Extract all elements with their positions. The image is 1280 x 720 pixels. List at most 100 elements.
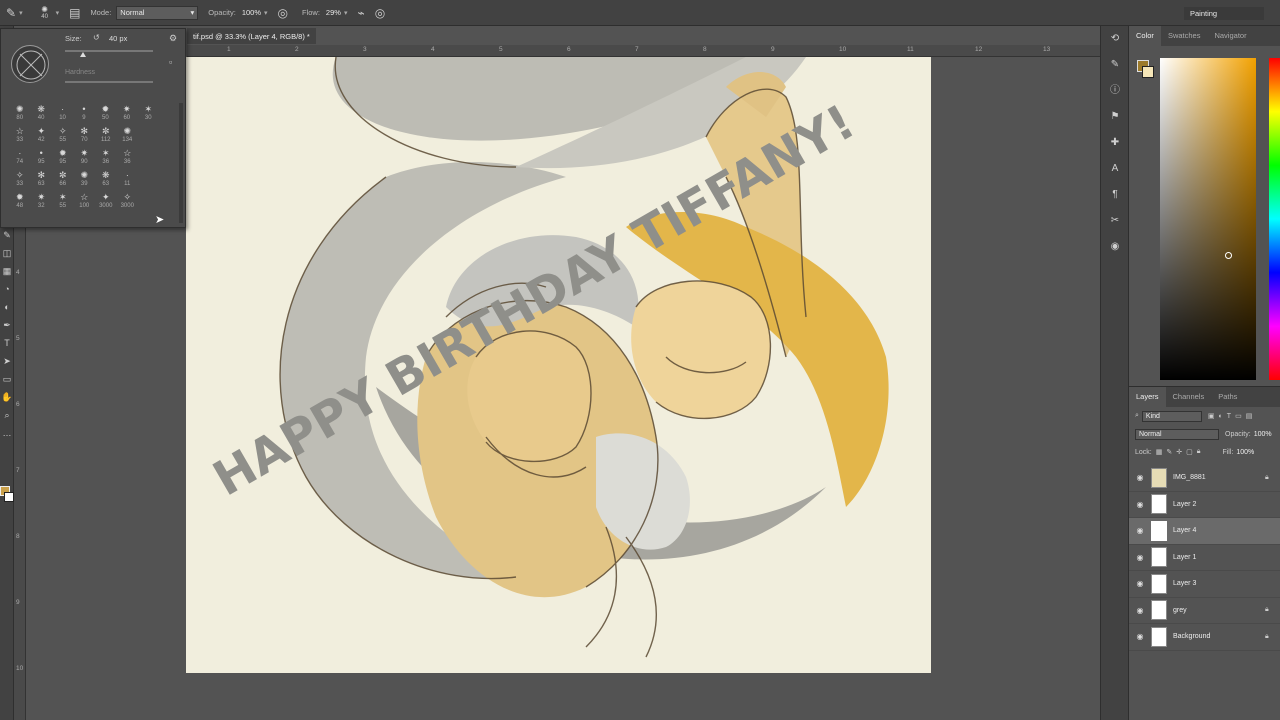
brush-preset-item[interactable]: ☆ 36 [117,147,139,169]
brush-preset-item[interactable]: ✹ 50 [95,103,116,125]
dodge-tool-icon[interactable]: ◐ [0,298,14,316]
lock-artboard-icon[interactable]: ▢ [1186,448,1193,456]
color-picker-field[interactable] [1160,58,1256,380]
pressure-size-icon[interactable]: ◎ [375,6,385,20]
brush-preset-item[interactable]: ❋ 40 [30,103,51,125]
size-slider-track[interactable] [65,50,153,52]
info-panel-icon[interactable]: ⓘ [1101,78,1129,104]
brush-preset-item[interactable]: ✦ 3000 [95,191,117,213]
brush-preset-item[interactable]: • 95 [31,147,53,169]
layer-name[interactable]: grey [1173,607,1265,614]
brush-preset-item[interactable]: ✺ 39 [74,169,96,191]
layer-name[interactable]: Layer 3 [1173,580,1265,587]
lock-pixels-icon[interactable]: ✎ [1166,448,1172,456]
path-selection-tool-icon[interactable]: ➤ [0,352,14,370]
layer-row[interactable]: ◉ Layer 2 [1129,492,1280,518]
clone-source-panel-icon[interactable]: ⚑ [1101,104,1129,130]
pen-tool-icon[interactable]: ✒ [0,316,14,334]
visibility-eye-icon[interactable]: ◉ [1129,473,1151,482]
visibility-eye-icon[interactable]: ◉ [1129,500,1151,509]
fill-value[interactable]: 100% [1236,449,1254,456]
character-panel-icon[interactable]: A [1101,156,1129,182]
tab-channels[interactable]: Channels [1166,387,1212,407]
pressure-opacity-icon[interactable]: ◎ [278,6,288,20]
hardness-slider-track[interactable] [65,81,153,83]
layer-row[interactable]: ◉ Background 🔒︎ [1129,624,1280,651]
brush-preset-item[interactable]: ☆ 100 [74,191,96,213]
visibility-eye-icon[interactable]: ◉ [1129,579,1151,588]
color-picker-indicator[interactable] [1225,252,1232,259]
brush-preset-item[interactable]: ✺ 134 [117,125,139,147]
tab-color[interactable]: Color [1129,26,1161,46]
filter-adjustment-icon[interactable]: ◐ [1219,413,1223,420]
layer-opacity-value[interactable]: 100% [1254,431,1272,438]
brush-preset-item[interactable]: ✷ 32 [31,191,53,213]
chevron-down-icon[interactable]: ▾ [19,9,23,17]
brush-preset-item[interactable]: ✶ 30 [138,103,159,125]
brush-preset-item[interactable]: ❋ 63 [95,169,117,191]
background-color-chip[interactable] [1142,66,1154,78]
brush-presets-panel-icon[interactable]: ✎ [1101,52,1129,78]
layer-row[interactable]: ◉ Layer 4 [1129,518,1280,545]
size-value[interactable]: 40 px [109,34,127,43]
more-tools-icon[interactable]: … [0,424,14,442]
gear-icon[interactable]: ⚙ [169,33,177,44]
mode-select[interactable]: Normal ▾ [116,5,199,20]
brush-preset-item[interactable]: ✹ 95 [52,147,74,169]
brush-grid-scrollbar[interactable] [179,103,183,223]
brush-tool-icon[interactable]: ✎ [0,226,14,244]
ruler-horizontal[interactable]: 1 2 3 4 5 6 7 8 9 10 11 12 13 [187,45,1100,57]
history-panel-icon[interactable]: ⟲ [1101,26,1129,52]
visibility-eye-icon[interactable]: ◉ [1129,632,1151,641]
brush-tool-icon[interactable]: ✎ [6,6,16,20]
tab-layers[interactable]: Layers [1129,387,1166,407]
new-preset-icon[interactable]: ▫ [169,57,172,67]
filter-type-icon[interactable]: T [1227,413,1231,420]
brush-preset-item[interactable]: ✦ 42 [31,125,53,147]
chevron-down-icon[interactable]: ▾ [264,9,268,17]
layer-row[interactable]: ◉ IMG_8881 🔒︎ [1129,465,1280,492]
brush-preset-item[interactable]: ✻ 63 [31,169,53,191]
shape-tool-icon[interactable]: ▭ [0,370,14,388]
document-tab[interactable]: tif.psd @ 33.3% (Layer 4, RGB/8) * [187,28,316,44]
brush-preset-item[interactable]: ✼ 112 [95,125,117,147]
brush-preset-item[interactable]: ☆ 33 [9,125,31,147]
paragraph-panel-icon[interactable]: ¶ [1101,182,1129,208]
layer-name[interactable]: Layer 1 [1173,554,1265,561]
filter-shape-icon[interactable]: ▭ [1235,412,1242,420]
brush-preview-circle[interactable] [11,45,49,83]
tool-presets-panel-icon[interactable]: ✚ [1101,130,1129,156]
filter-kind-select[interactable]: Kind [1141,410,1202,422]
reset-size-icon[interactable]: ↺ [93,33,100,42]
filter-smart-object-icon[interactable]: ▤ [1246,412,1253,420]
layer-name[interactable]: Layer 2 [1173,501,1265,508]
visibility-eye-icon[interactable]: ◉ [1129,526,1151,535]
brush-preset-item[interactable]: ∙ 74 [9,147,31,169]
layer-name[interactable]: Layer 4 [1173,527,1265,534]
visibility-eye-icon[interactable]: ◉ [1129,606,1151,615]
tab-navigator[interactable]: Navigator [1207,26,1253,46]
type-tool-icon[interactable]: T [0,334,14,352]
brush-preset-item[interactable]: ✧ 3000 [117,191,139,213]
eraser-tool-icon[interactable]: ◫ [0,244,14,262]
blend-mode-select[interactable]: Normal [1135,428,1219,440]
zoom-tool-icon[interactable]: ⌕ [0,406,14,424]
document-canvas[interactable]: HAPPY BIRTHDAY TIFFANY! [186,57,931,673]
layer-name[interactable]: IMG_8881 [1173,474,1265,481]
lock-position-icon[interactable]: ✛ [1176,448,1182,456]
brush-preset-item[interactable]: ∙ 10 [52,103,73,125]
flow-value[interactable]: 29% [326,8,341,17]
3d-panel-icon[interactable]: ◉ [1101,234,1129,260]
brush-preset-item[interactable]: ✶ 36 [95,147,117,169]
lock-all-icon[interactable]: 🔒︎ [1197,448,1201,456]
brush-preset-item[interactable]: ✷ 60 [116,103,137,125]
brush-preset-item[interactable]: ✹ 48 [9,191,31,213]
brush-panel-toggle-icon[interactable]: ▤ [69,6,80,20]
tab-swatches[interactable]: Swatches [1161,26,1208,46]
brush-preset-item[interactable]: ✺ 80 [9,103,30,125]
brush-preset-item[interactable]: ✼ 66 [52,169,74,191]
filter-pixel-icon[interactable]: ▣ [1208,412,1215,420]
blur-tool-icon[interactable]: ◔ [0,280,14,298]
layer-row[interactable]: ◉ grey 🔒︎ [1129,598,1280,624]
tab-paths[interactable]: Paths [1211,387,1244,407]
